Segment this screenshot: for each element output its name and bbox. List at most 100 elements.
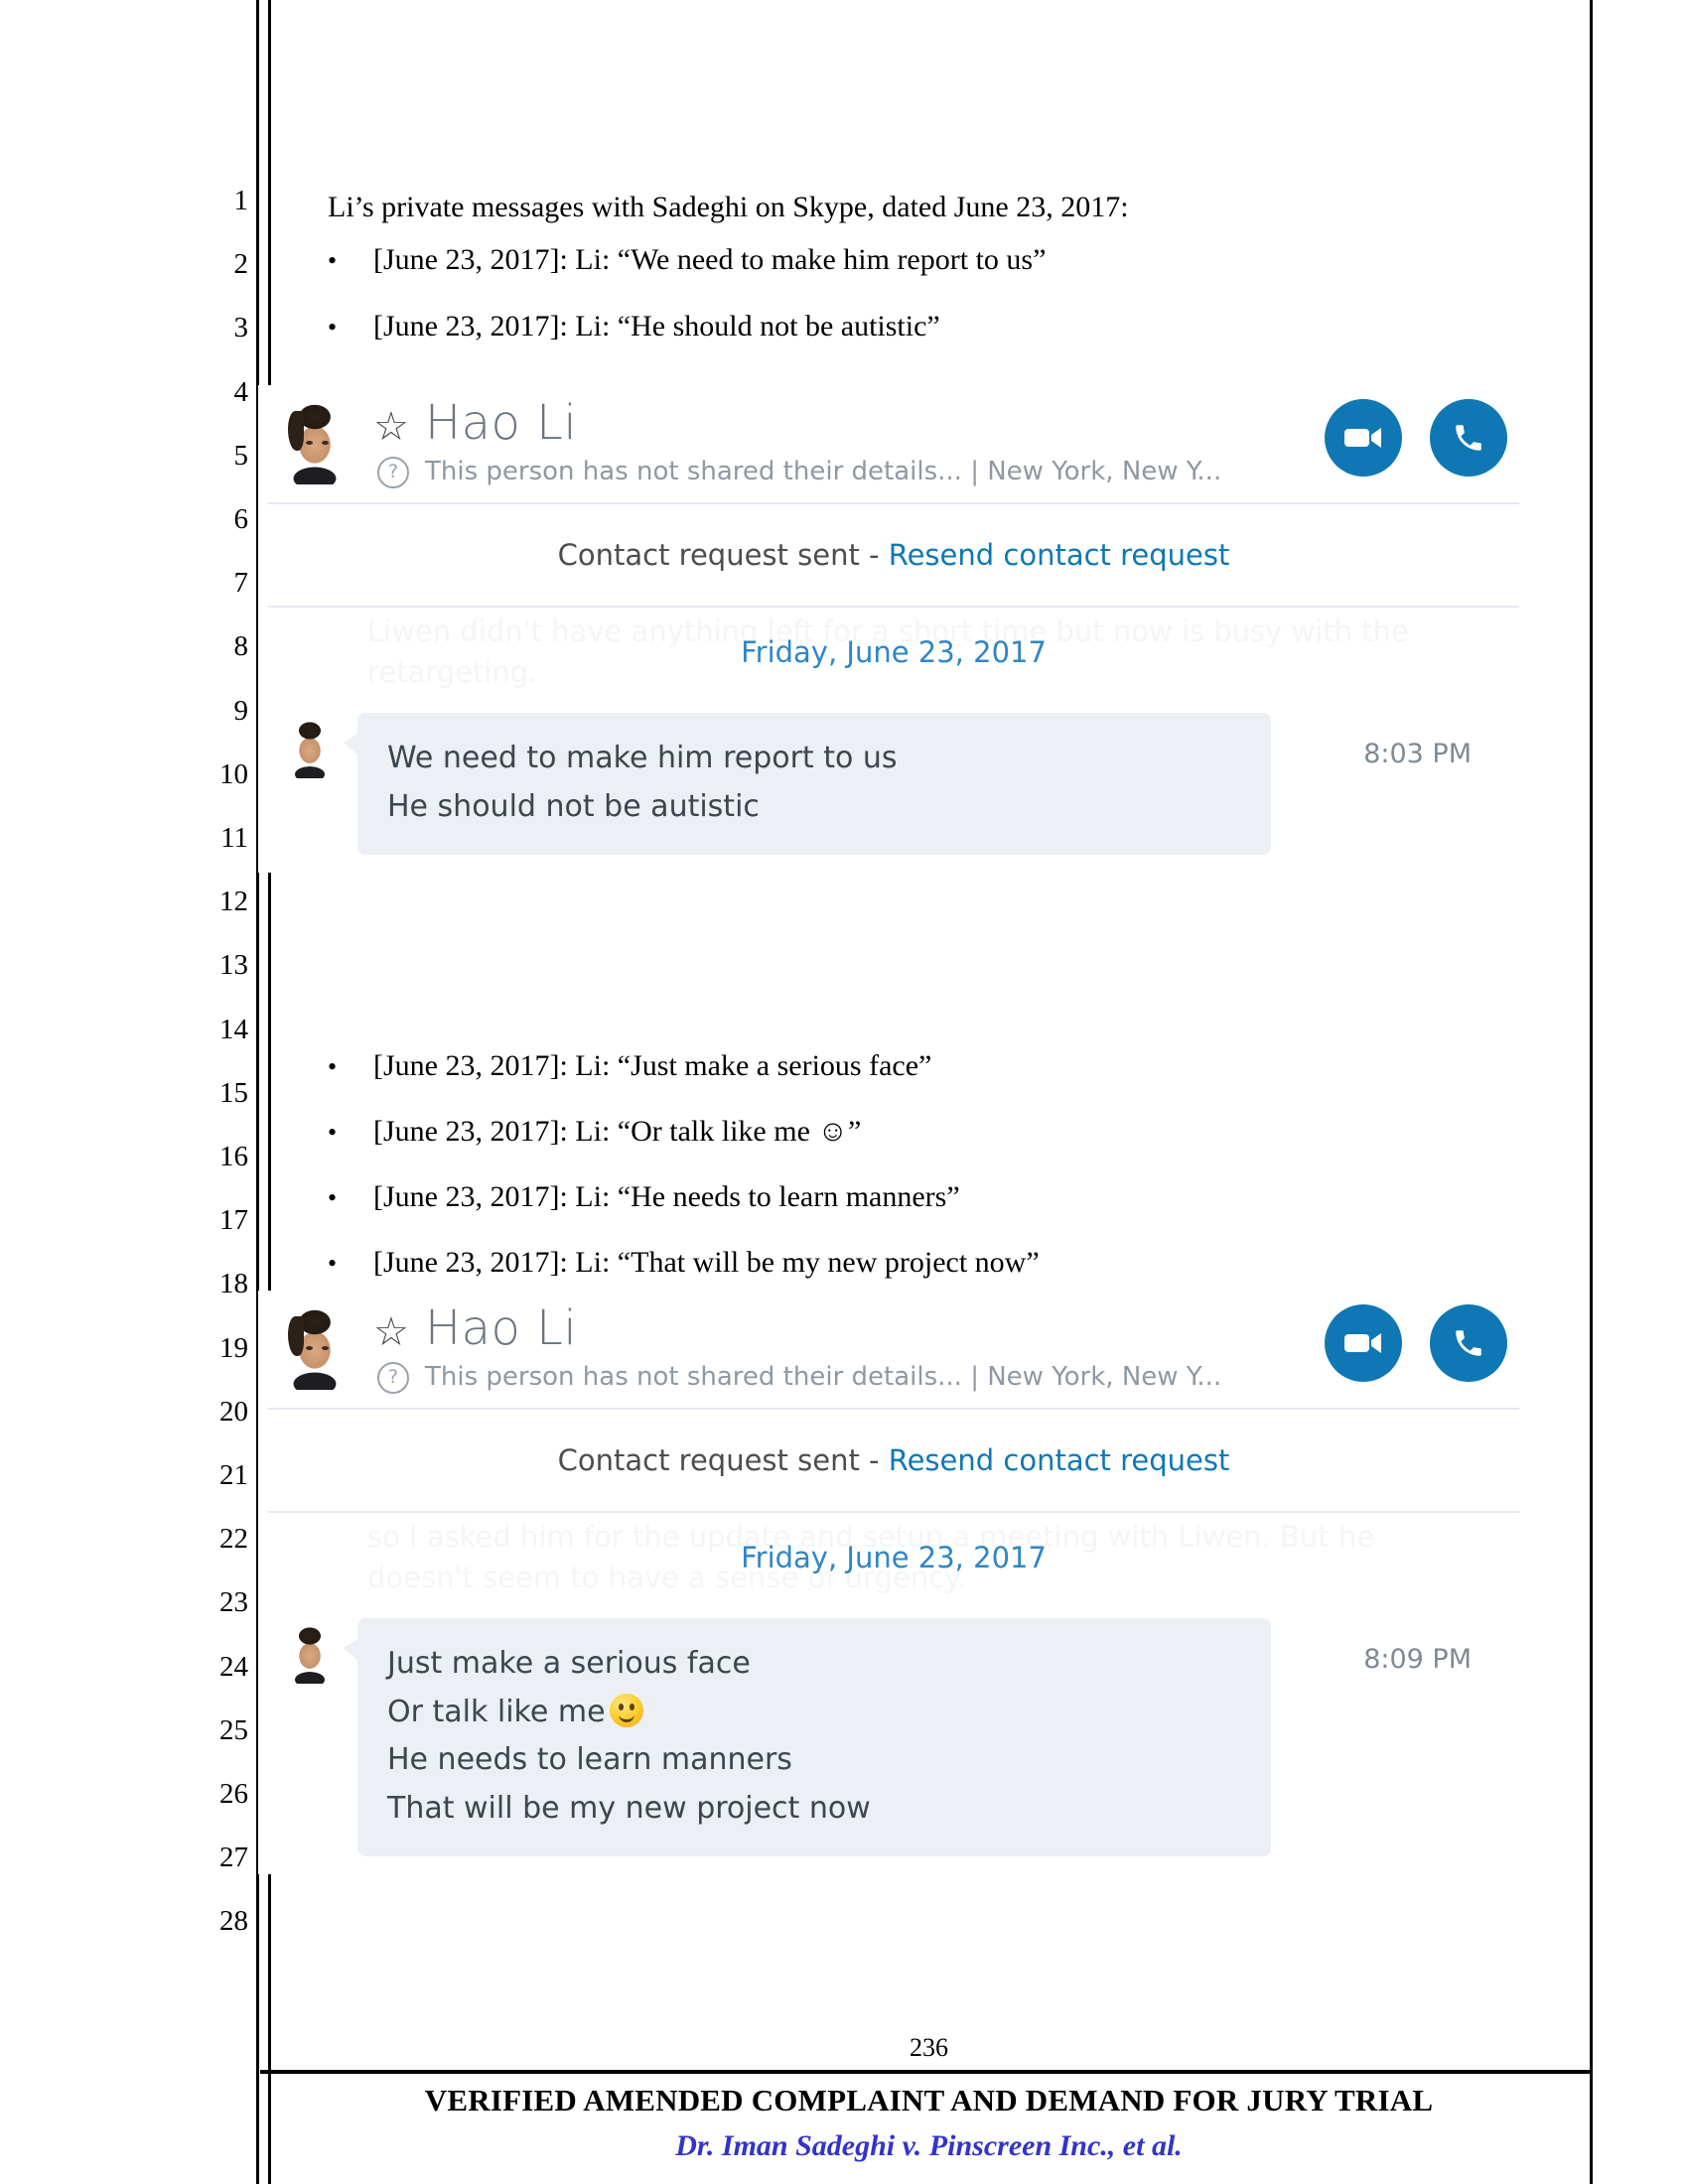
footer-case-caption: Dr. Iman Sadeghi v. Pinscreen Inc., et a… (675, 2129, 1183, 2162)
bullet-marker: • (328, 313, 338, 341)
line-number: 14 (219, 1013, 248, 1045)
smiley-emoji-icon (609, 1693, 643, 1727)
message-line: That will be my new project now (387, 1790, 871, 1826)
skype-contact-header: ☆ Hao Li ? This person has not shared th… (258, 1291, 1529, 1408)
ghost-text-area: so I asked him for the update and setup … (258, 1513, 1529, 1608)
line-number: 20 (219, 1395, 248, 1428)
favorite-star-icon[interactable]: ☆ (373, 1312, 409, 1352)
skype-contact-header: ☆ Hao Li ? This person has not shared th… (258, 385, 1529, 502)
line-number: 26 (219, 1778, 248, 1810)
line-number: 6 (233, 503, 249, 535)
message-row: We need to make him report to us He shou… (258, 703, 1529, 873)
list-item: • [June 23, 2017]: Li: “Just make a seri… (328, 1049, 931, 1083)
contact-name: Hao Li (425, 1300, 578, 1356)
message-bubble: Just make a serious face Or talk like me… (344, 1618, 1271, 1857)
line-number: 23 (219, 1586, 248, 1619)
list-item-label: [June 23, 2017]: Li: “He needs to learn … (373, 1180, 960, 1213)
line-number: 1 (233, 185, 249, 216)
avatar (278, 397, 352, 484)
phone-icon (1456, 425, 1481, 451)
message-timestamp: 8:03 PM (1363, 739, 1472, 769)
list-item-label: [June 23, 2017]: Li: “Or talk like me ☺” (373, 1115, 862, 1148)
question-mark-icon[interactable]: ? (377, 457, 409, 488)
line-number: 4 (233, 375, 249, 408)
skype-screenshot-1: ☆ Hao Li ? This person has not shared th… (258, 385, 1529, 874)
line-number: 7 (233, 567, 249, 600)
avatar (284, 1622, 336, 1684)
phone-icon (1456, 1330, 1481, 1356)
line-number: 2 (233, 248, 249, 281)
line-number: 15 (219, 1076, 248, 1109)
message-line: Just make a serious face (387, 1646, 751, 1681)
call-actions (1325, 1304, 1507, 1382)
line-number: 12 (219, 886, 248, 918)
message-bubble: We need to make him report to us He shou… (344, 713, 1271, 856)
line-number: 3 (233, 312, 249, 344)
line-number: 27 (219, 1842, 248, 1874)
audio-call-button[interactable] (1430, 399, 1507, 477)
message-timestamp: 8:09 PM (1363, 1644, 1472, 1675)
list-item: • [June 23, 2017]: Li: “Or talk like me … (328, 1115, 861, 1149)
contact-request-text: Contact request sent - (557, 538, 889, 572)
pleading-page: 1 2 3 4 5 6 7 8 9 10 11 12 13 14 15 16 17 18 19 20 21 22 23 24 2… (0, 0, 1688, 2184)
line-number: 24 (219, 1650, 248, 1683)
page-number: 236 (910, 2033, 948, 2062)
message-line: He should not be autistic (387, 788, 760, 824)
video-call-button[interactable] (1325, 399, 1402, 477)
list-item: • [June 23, 2017]: Li: “He should not be… (328, 310, 940, 343)
line-number: 9 (233, 694, 249, 727)
page-heading: Li’s private messages with Sadeghi on Sk… (328, 191, 1129, 223)
avatar (284, 717, 336, 778)
bullet-marker: • (328, 1183, 338, 1212)
line-number: 11 (220, 822, 248, 854)
message-line: Or talk like me (387, 1689, 1241, 1737)
footer-rule (260, 2070, 1593, 2074)
video-camera-icon (1344, 1333, 1381, 1353)
list-item: • [June 23, 2017]: Li: “We need to make … (328, 243, 1046, 277)
contact-status-line: This person has not shared their details… (425, 1362, 1222, 1392)
list-item-label: [June 23, 2017]: Li: “Just make a seriou… (373, 1049, 932, 1082)
list-item: • [June 23, 2017]: Li: “That will be my … (328, 1246, 1040, 1280)
line-number: 25 (219, 1713, 248, 1746)
bullet-marker: • (328, 246, 338, 275)
resend-contact-request-link[interactable]: Resend contact request (889, 538, 1230, 572)
line-number: 22 (219, 1523, 248, 1556)
bullet-marker: • (328, 1118, 338, 1147)
video-call-button[interactable] (1325, 1304, 1402, 1382)
contact-request-status: Contact request sent - Resend contact re… (258, 1410, 1529, 1511)
list-item-label: [June 23, 2017]: Li: “He should not be a… (373, 310, 940, 342)
resend-contact-request-link[interactable]: Resend contact request (889, 1443, 1230, 1477)
message-line: We need to make him report to us (387, 741, 898, 775)
date-divider: Friday, June 23, 2017 (741, 1541, 1047, 1574)
bullet-marker: • (328, 1249, 338, 1278)
date-divider: Friday, June 23, 2017 (741, 635, 1047, 669)
bullet-marker: • (328, 1052, 338, 1081)
avatar (278, 1302, 352, 1390)
line-number: 10 (219, 757, 248, 790)
right-rule (1590, 0, 1593, 2184)
list-item-label: [June 23, 2017]: Li: “We need to make hi… (373, 243, 1047, 276)
line-number: 17 (219, 1204, 248, 1237)
call-actions (1325, 399, 1507, 477)
audio-call-button[interactable] (1430, 1304, 1507, 1382)
message-line: He needs to learn manners (387, 1742, 792, 1778)
line-number: 16 (219, 1141, 248, 1172)
line-number: 19 (219, 1331, 248, 1364)
contact-status-line: This person has not shared their details… (425, 457, 1222, 486)
favorite-star-icon[interactable]: ☆ (373, 407, 409, 447)
footer-title: VERIFIED AMENDED COMPLAINT AND DEMAND FO… (424, 2083, 1434, 2117)
line-number: 21 (219, 1459, 248, 1491)
list-item-label: [June 23, 2017]: Li: “That will be my ne… (373, 1246, 1040, 1279)
video-camera-icon (1344, 428, 1381, 448)
contact-request-text: Contact request sent - (557, 1443, 889, 1477)
question-mark-icon[interactable]: ? (377, 1362, 409, 1394)
skype-screenshot-2: ☆ Hao Li ? This person has not shared th… (258, 1291, 1529, 1875)
line-number: 28 (219, 1905, 248, 1938)
line-number: 8 (233, 630, 249, 663)
contact-name: Hao Li (425, 395, 578, 451)
list-item: • [June 23, 2017]: Li: “He needs to lear… (328, 1180, 960, 1214)
line-number: 18 (219, 1268, 248, 1300)
message-line-text: Or talk like me (387, 1694, 606, 1729)
line-number: 13 (219, 949, 248, 982)
ghost-text-area: Liwen didn't have anything left for a sh… (258, 608, 1529, 703)
